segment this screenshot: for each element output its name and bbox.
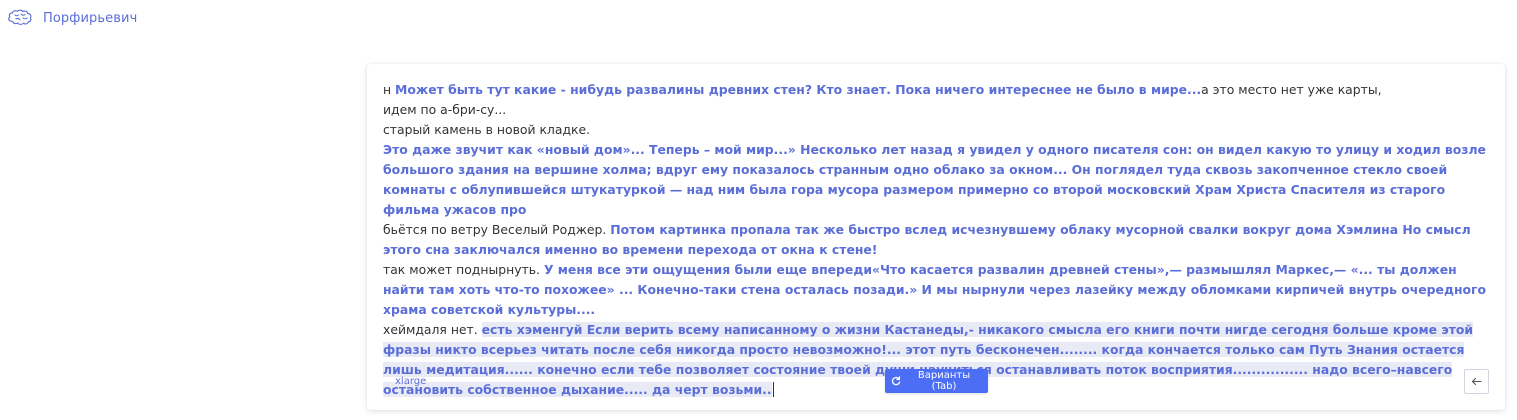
generated-text-segment: Это даже звучит как «новый дом»... Тепер… [383,142,1486,217]
refresh-icon [891,376,901,386]
user-text-segment: так может поднырнуть. [383,262,544,277]
text-editor[interactable]: н Может быть тут какие - нибудь развалин… [383,80,1487,400]
brain-icon [7,9,33,27]
model-label[interactable]: xlarge [395,376,426,387]
user-text-segment: идем по а-бри-су... [383,102,507,117]
user-text-segment: н [383,82,396,97]
user-text-segment: бьётся по ветру Веселый Роджер. [383,222,611,237]
editor-card: н Может быть тут какие - нибудь развалин… [367,64,1505,410]
brand-name: Порфирьевич [43,10,138,26]
arrow-left-icon [1471,374,1482,389]
user-text-segment: старый камень в новой кладке. [383,122,591,137]
variants-label: Варианты (Tab) [917,370,971,392]
generated-text-segment: Может быть тут какие - нибудь развалины … [395,82,1202,97]
back-button[interactable] [1464,369,1489,394]
user-text-segment: а это место нет уже карты, [1201,82,1382,97]
brand[interactable]: Порфирьевич [7,8,137,28]
text-caret [772,382,775,397]
variants-button[interactable]: Варианты (Tab) [885,369,988,393]
user-text-segment: хеймдаля нет. [383,322,482,337]
generated-text-segment: У меня все эти ощущения были еще впереди… [383,262,1487,317]
